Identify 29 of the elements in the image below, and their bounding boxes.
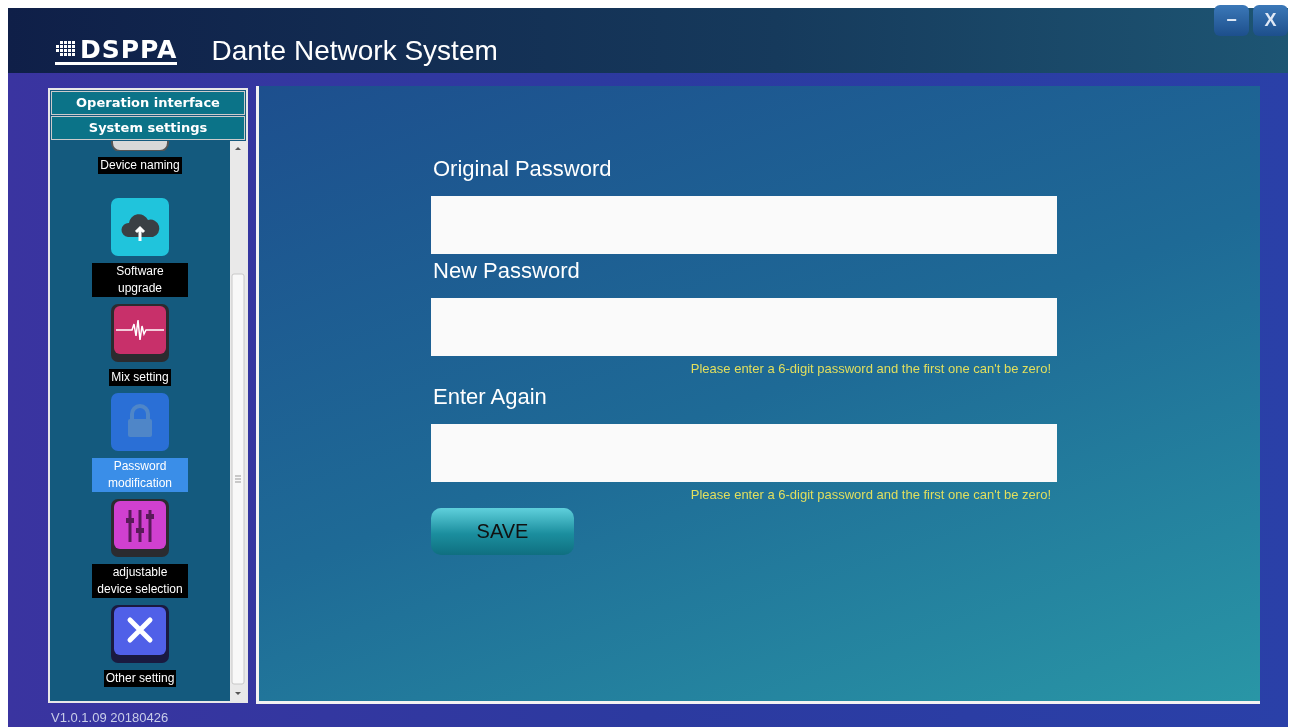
close-button[interactable]: X [1253, 5, 1288, 36]
password-field[interactable] [431, 297, 1057, 356]
waveform-icon [110, 302, 170, 363]
password-field[interactable] [431, 195, 1057, 254]
window-title: Dante Network System [211, 36, 498, 65]
password-field[interactable] [431, 423, 1057, 482]
dot-grid-icon [55, 40, 77, 58]
field-label: Enter Again [433, 383, 548, 410]
sidebar-item[interactable]: Software upgrade [92, 196, 188, 297]
padlock-icon [110, 391, 170, 452]
sidebar-item[interactable]: Mix setting [109, 302, 171, 386]
logo: DSPPA [55, 36, 178, 65]
tile-icon [110, 140, 170, 151]
tools-icon [110, 603, 170, 664]
cloud-upload-icon [110, 196, 170, 257]
sidebar-item[interactable]: Other setting [103, 603, 177, 687]
version-text: V1.0.1.09 20180426 [50, 708, 170, 727]
nav-tab[interactable]: Operation interface [51, 90, 245, 115]
nav-tab[interactable]: System settings [51, 115, 245, 140]
scrollbar[interactable] [230, 140, 246, 701]
field-label: New Password [433, 257, 581, 284]
save-button[interactable]: SAVE [431, 507, 574, 555]
hint-text: Please enter a 6-digit password and the first one can't be zero! [690, 485, 1052, 504]
sliders-icon [110, 497, 170, 558]
sidebar-item[interactable]: Password modification [92, 391, 188, 492]
hint-text: Please enter a 6-digit password and the first one can't be zero! [690, 359, 1052, 378]
sidebar-item[interactable]: adjustable device selection [92, 497, 188, 598]
minimize-button[interactable]: − [1214, 5, 1249, 36]
field-label: Original Password [433, 155, 613, 182]
